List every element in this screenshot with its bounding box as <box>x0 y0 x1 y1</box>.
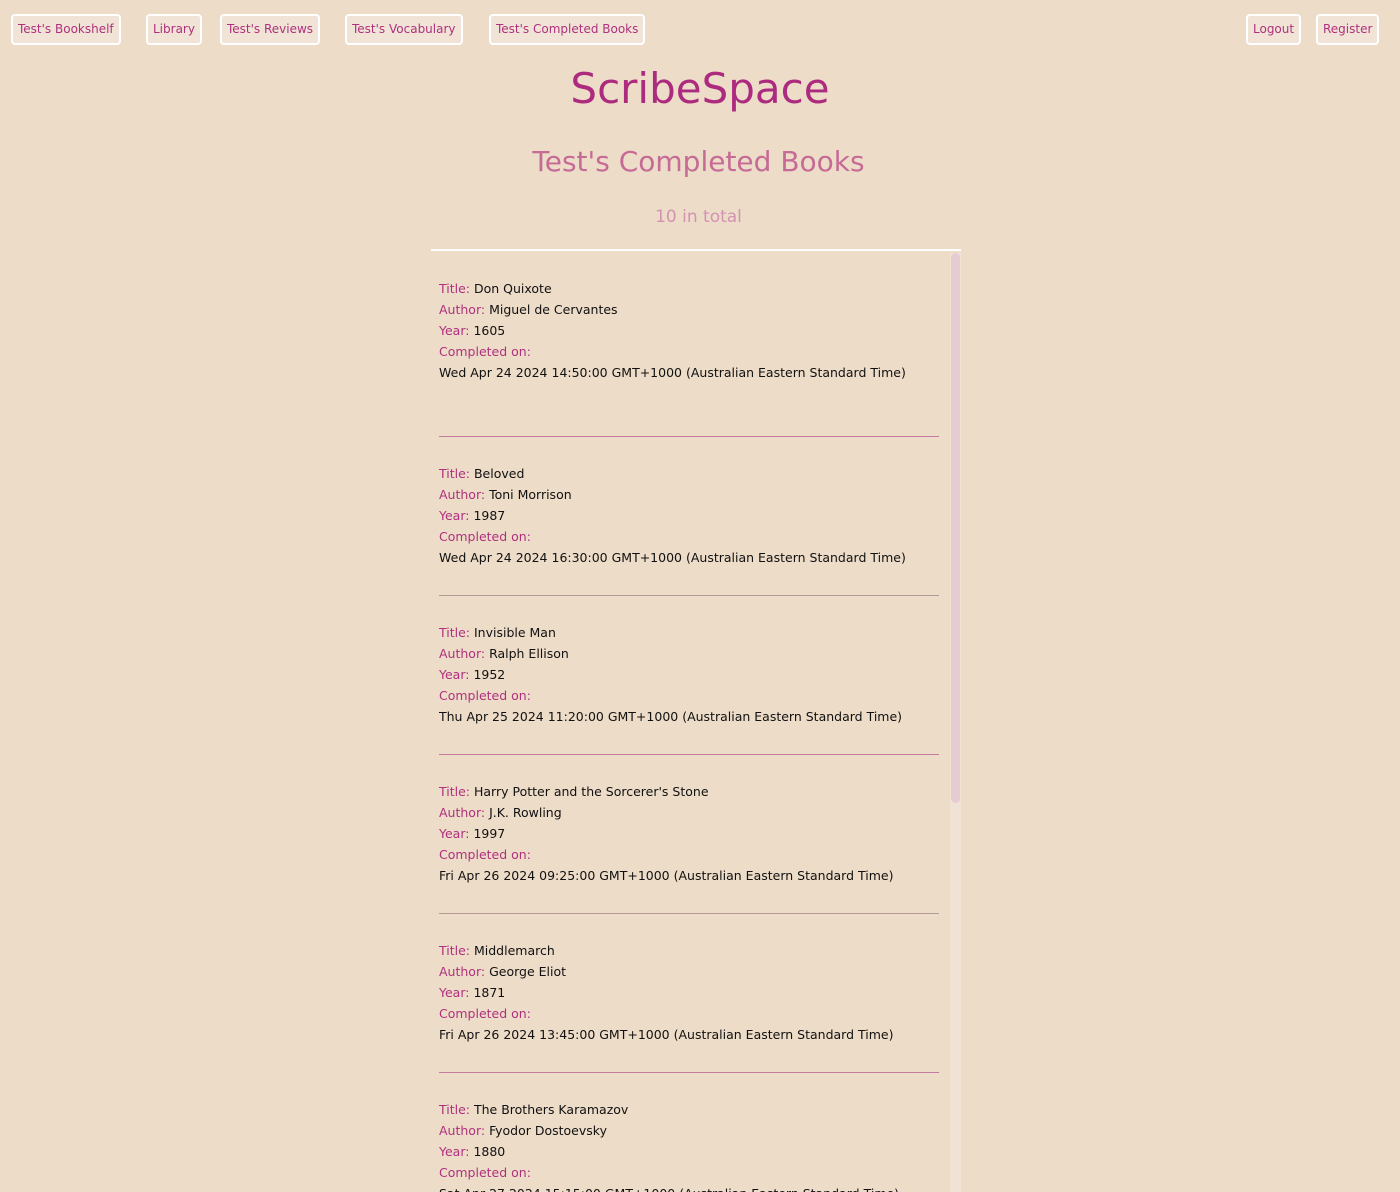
author-label: Author: <box>439 805 486 820</box>
completed-label: Completed on: <box>439 847 531 862</box>
completed-value: Thu Apr 25 2024 11:20:00 GMT+1000 (Austr… <box>439 709 903 724</box>
completed-label: Completed on: <box>439 344 531 359</box>
year-value: 1997 <box>473 826 506 841</box>
year-value: 1952 <box>473 667 506 682</box>
book-author: Author: George Eliot <box>439 961 939 982</box>
author-label: Author: <box>439 302 486 317</box>
app-logo: ScribeSpace <box>570 64 830 113</box>
book-author: Author: Fyodor Dostoevsky <box>439 1120 939 1141</box>
year-label: Year: <box>439 667 470 682</box>
title-label: Title: <box>439 1102 470 1117</box>
nav-library[interactable]: Library <box>146 14 202 45</box>
completed-label: Completed on: <box>439 688 531 703</box>
book-item: Title: Don Quixote Author: Miguel de Cerv… <box>439 278 939 437</box>
book-year: Year: 1605 <box>439 320 939 341</box>
book-item: Title: Beloved Author: Toni Morrison Year:… <box>439 437 939 596</box>
completed-label: Completed on: <box>439 1165 531 1180</box>
book-item: Title: Invisible Man Author: Ralph Elliso… <box>439 596 939 755</box>
book-year: Year: 1871 <box>439 982 939 1003</box>
register-button[interactable]: Register <box>1316 14 1380 45</box>
completed-value: Fri Apr 26 2024 13:45:00 GMT+1000 (Austr… <box>439 1027 894 1042</box>
book-title: Title: Beloved <box>439 463 939 484</box>
title-label: Title: <box>439 943 470 958</box>
book-title: Title: Middlemarch <box>439 940 939 961</box>
nav-reviews[interactable]: Test's Reviews <box>220 14 321 45</box>
year-value: 1987 <box>473 508 506 523</box>
completed-value: Wed Apr 24 2024 14:50:00 GMT+1000 (Austr… <box>439 365 906 380</box>
title-label: Title: <box>439 625 470 640</box>
book-title: Title: Don Quixote <box>439 278 939 299</box>
year-label: Year: <box>439 323 470 338</box>
year-label: Year: <box>439 985 470 1000</box>
book-title: Title: The Brothers Karamazov <box>439 1099 939 1120</box>
page-title: Test's Completed Books <box>532 145 865 178</box>
book-author: Author: Toni Morrison <box>439 484 939 505</box>
completed-label: Completed on: <box>439 1006 531 1021</box>
completed-value: Sat Apr 27 2024 15:15:00 GMT+1000 (Austr… <box>439 1183 939 1192</box>
year-value: 1605 <box>473 323 506 338</box>
author-value: George Eliot <box>489 964 566 979</box>
title-value: Middlemarch <box>473 943 555 958</box>
book-author: Author: Miguel de Cervantes <box>439 299 939 320</box>
title-label: Title: <box>439 466 470 481</box>
book-year: Year: 1952 <box>439 664 939 685</box>
year-value: 1880 <box>473 1144 506 1159</box>
nav-bookshelf[interactable]: Test's Bookshelf <box>11 14 121 45</box>
title-value: Don Quixote <box>473 281 552 296</box>
book-author: Author: Ralph Ellison <box>439 643 939 664</box>
nav-completed-books[interactable]: Test's Completed Books <box>489 14 646 45</box>
book-title: Title: Harry Potter and the Sorcerer's S… <box>439 781 939 802</box>
completed-value: Fri Apr 26 2024 09:25:00 GMT+1000 (Austr… <box>439 868 894 883</box>
author-label: Author: <box>439 487 486 502</box>
title-value: Invisible Man <box>473 625 556 640</box>
year-value: 1871 <box>473 985 506 1000</box>
book-author: Author: J.K. Rowling <box>439 802 939 823</box>
title-value: Harry Potter and the Sorcerer's Stone <box>473 784 709 799</box>
author-value: Ralph Ellison <box>489 646 569 661</box>
title-value: Beloved <box>473 466 525 481</box>
title-label: Title: <box>439 784 470 799</box>
scrollbar-thumb[interactable] <box>951 253 960 803</box>
author-label: Author: <box>439 964 486 979</box>
author-value: Fyodor Dostoevsky <box>489 1123 607 1138</box>
year-label: Year: <box>439 826 470 841</box>
logout-button[interactable]: Logout <box>1246 14 1302 45</box>
book-title: Title: Invisible Man <box>439 622 939 643</box>
author-label: Author: <box>439 646 486 661</box>
author-value: Toni Morrison <box>489 487 572 502</box>
total-count: 10 in total <box>655 207 742 227</box>
author-value: Miguel de Cervantes <box>489 302 618 317</box>
book-year: Year: 1987 <box>439 505 939 526</box>
book-year: Year: 1997 <box>439 823 939 844</box>
title-value: The Brothers Karamazov <box>473 1102 629 1117</box>
completed-label: Completed on: <box>439 529 531 544</box>
title-label: Title: <box>439 281 470 296</box>
author-value: J.K. Rowling <box>489 805 562 820</box>
book-item: Title: The Brothers Karamazov Author: Fyo… <box>439 1073 939 1192</box>
book-item: Title: Middlemarch Author: George Eliot Ye… <box>439 914 939 1073</box>
author-label: Author: <box>439 1123 486 1138</box>
year-label: Year: <box>439 1144 470 1159</box>
completed-value: Wed Apr 24 2024 16:30:00 GMT+1000 (Austr… <box>439 550 906 565</box>
completed-books-list: Title: Don Quixote Author: Miguel de Cerv… <box>431 249 961 1192</box>
nav-vocabulary[interactable]: Test's Vocabulary <box>345 14 463 45</box>
book-year: Year: 1880 <box>439 1141 939 1162</box>
year-label: Year: <box>439 508 470 523</box>
book-item: Title: Harry Potter and the Sorcerer's S… <box>439 755 939 914</box>
top-nav: Test's Bookshelf Library Test's Reviews … <box>11 14 1382 45</box>
